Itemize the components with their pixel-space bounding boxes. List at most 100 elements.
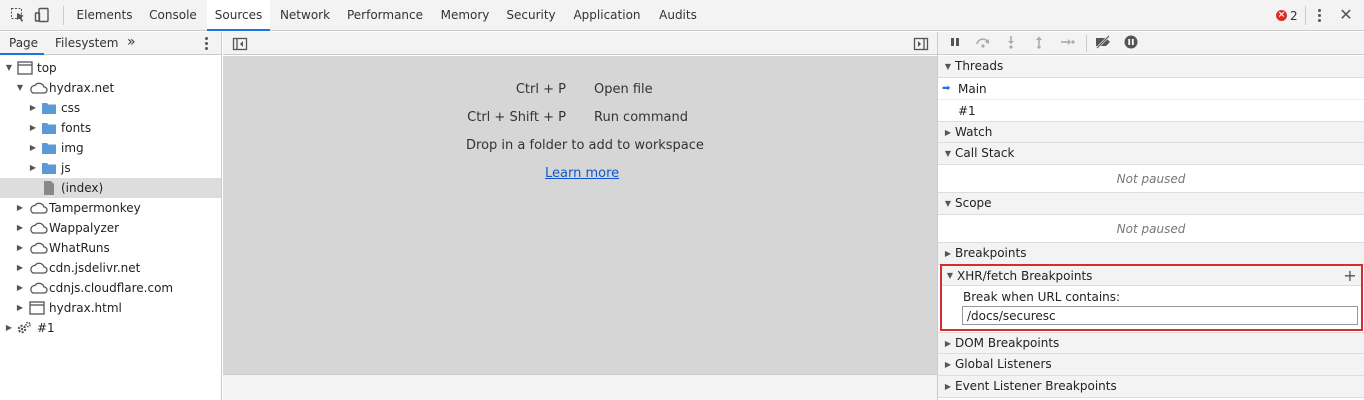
tree-item-hydrax-net[interactable]: ▼ hydrax.net	[0, 78, 221, 98]
expand-arrow-icon[interactable]: ▼	[15, 78, 25, 98]
editor-status-bar	[223, 374, 937, 400]
collapsed-arrow-icon[interactable]: ▶	[15, 278, 25, 298]
step-into-icon[interactable]	[1002, 35, 1020, 53]
tree-item-index[interactable]: (index)	[0, 178, 221, 198]
deactivate-breakpoints-icon[interactable]	[1094, 35, 1112, 53]
step-icon[interactable]	[1058, 35, 1076, 53]
threads-section-header[interactable]: ▼ Threads	[938, 56, 1364, 78]
pause-icon[interactable]	[946, 35, 964, 53]
inspect-element-icon[interactable]	[10, 7, 26, 23]
tree-item-hydrax-html[interactable]: ▶ hydrax.html	[0, 298, 221, 318]
tree-item-css[interactable]: ▶ css	[0, 98, 221, 118]
toggle-debugger-icon[interactable]	[913, 36, 929, 52]
section-title: Scope	[955, 196, 992, 210]
tree-item-label: hydrax.html	[49, 301, 122, 315]
tree-item-cdn-jsdelivr[interactable]: ▶ cdn.jsdelivr.net	[0, 258, 221, 278]
xhr-url-input[interactable]	[962, 306, 1358, 325]
tab-page[interactable]: Page	[0, 32, 44, 55]
frame-icon	[17, 61, 33, 75]
expand-arrow-icon[interactable]: ▼	[4, 58, 14, 78]
device-toolbar-icon[interactable]	[34, 7, 50, 23]
tree-item-img[interactable]: ▶ img	[0, 138, 221, 158]
editor-toolbar	[223, 32, 937, 55]
error-counter[interactable]: × 2	[1276, 8, 1302, 24]
tab-sources[interactable]: Sources	[207, 0, 270, 31]
tree-item-worker-1[interactable]: ▶ #1	[0, 318, 221, 338]
debugger-sidebar: ▼ Threads ➡ Main #1 ▶ Watch ▼ Call Stack…	[937, 32, 1364, 400]
tree-item-label: #1	[37, 321, 55, 335]
customize-menu-icon[interactable]	[1313, 7, 1327, 25]
tree-item-js[interactable]: ▶ js	[0, 158, 221, 178]
current-thread-arrow-icon: ➡	[942, 83, 951, 94]
learn-more-link[interactable]: Learn more	[545, 166, 619, 182]
tab-network[interactable]: Network	[272, 0, 338, 31]
file-icon	[41, 181, 57, 195]
shortcut-action-open-file: Open file	[594, 82, 653, 97]
scope-status: Not paused	[938, 215, 1364, 243]
tab-filesystem[interactable]: Filesystem	[52, 32, 122, 55]
breakpoints-section-header[interactable]: ▶ Breakpoints	[938, 243, 1364, 265]
error-count: 2	[1290, 9, 1298, 23]
event-listener-breakpoints-section-header[interactable]: ▶ Event Listener Breakpoints	[938, 376, 1364, 398]
tree-item-label: top	[37, 61, 57, 75]
collapsed-arrow-icon[interactable]: ▶	[4, 318, 14, 338]
tree-item-label: hydrax.net	[49, 81, 115, 95]
tree-item-cdnjs-cloudflare[interactable]: ▶ cdnjs.cloudflare.com	[0, 278, 221, 298]
collapsed-arrow-icon[interactable]: ▶	[28, 118, 38, 138]
tree-item-top[interactable]: ▼ top	[0, 58, 221, 78]
watch-section-header[interactable]: ▶ Watch	[938, 121, 1364, 143]
collapsed-arrow-icon[interactable]: ▶	[28, 98, 38, 118]
thread-main[interactable]: ➡ Main	[938, 78, 1364, 100]
toolbar-divider	[63, 6, 64, 25]
toggle-navigator-icon[interactable]	[232, 36, 248, 52]
section-title: XHR/fetch Breakpoints	[957, 269, 1093, 283]
section-title: DOM Breakpoints	[955, 336, 1060, 350]
xhr-breakpoints-highlight: ▼ XHR/fetch Breakpoints + Break when URL…	[940, 264, 1363, 331]
add-xhr-breakpoint-icon[interactable]: +	[1342, 266, 1358, 286]
tree-item-tampermonkey[interactable]: ▶ Tampermonkey	[0, 198, 221, 218]
collapsed-arrow-icon[interactable]: ▶	[28, 158, 38, 178]
tree-item-label: Tampermonkey	[49, 201, 141, 215]
xhr-breakpoints-section-header[interactable]: ▼ XHR/fetch Breakpoints +	[942, 266, 1361, 286]
close-devtools-icon[interactable]: ✕	[1338, 7, 1354, 23]
tree-item-label: cdnjs.cloudflare.com	[49, 281, 174, 295]
tab-audits[interactable]: Audits	[652, 0, 704, 31]
call-stack-section-header[interactable]: ▼ Call Stack	[938, 143, 1364, 165]
global-listeners-section-header[interactable]: ▶ Global Listeners	[938, 354, 1364, 376]
tree-item-fonts[interactable]: ▶ fonts	[0, 118, 221, 138]
collapsed-arrow-icon[interactable]: ▶	[15, 218, 25, 238]
navigator-tabs: Page Filesystem »	[0, 32, 221, 55]
pause-on-exceptions-icon[interactable]	[1122, 35, 1140, 53]
tree-item-wappalyzer[interactable]: ▶ Wappalyzer	[0, 218, 221, 238]
folder-icon	[41, 161, 57, 175]
error-icon: ×	[1276, 10, 1287, 21]
collapsed-arrow-icon[interactable]: ▶	[15, 258, 25, 278]
scope-section-header[interactable]: ▼ Scope	[938, 193, 1364, 215]
tab-elements[interactable]: Elements	[70, 0, 139, 31]
collapsed-arrow-icon[interactable]: ▶	[15, 238, 25, 258]
cloud-icon	[28, 201, 48, 215]
tab-performance[interactable]: Performance	[340, 0, 430, 31]
collapsed-arrow-icon[interactable]: ▶	[15, 298, 25, 318]
tab-memory[interactable]: Memory	[432, 0, 498, 31]
expand-arrow-icon: ▼	[946, 271, 954, 280]
expand-arrow-icon: ▼	[944, 62, 952, 71]
tab-security[interactable]: Security	[500, 0, 562, 31]
step-over-icon[interactable]	[974, 35, 992, 53]
call-stack-status: Not paused	[938, 165, 1364, 193]
debugger-toolbar	[938, 32, 1364, 55]
collapsed-arrow-icon: ▶	[944, 382, 952, 391]
shortcut-action-run-command: Run command	[594, 110, 688, 125]
dom-breakpoints-section-header[interactable]: ▶ DOM Breakpoints	[938, 332, 1364, 354]
tree-item-label: js	[61, 161, 71, 175]
thread-label: Main	[958, 82, 987, 96]
more-tabs-icon[interactable]: »	[127, 32, 136, 54]
navigator-menu-icon[interactable]	[200, 35, 214, 52]
collapsed-arrow-icon[interactable]: ▶	[28, 138, 38, 158]
tree-item-whatruns[interactable]: ▶ WhatRuns	[0, 238, 221, 258]
tab-application[interactable]: Application	[564, 0, 650, 31]
thread-worker-1[interactable]: #1	[938, 100, 1364, 122]
step-out-icon[interactable]	[1030, 35, 1048, 53]
tab-console[interactable]: Console	[141, 0, 205, 31]
collapsed-arrow-icon[interactable]: ▶	[15, 198, 25, 218]
